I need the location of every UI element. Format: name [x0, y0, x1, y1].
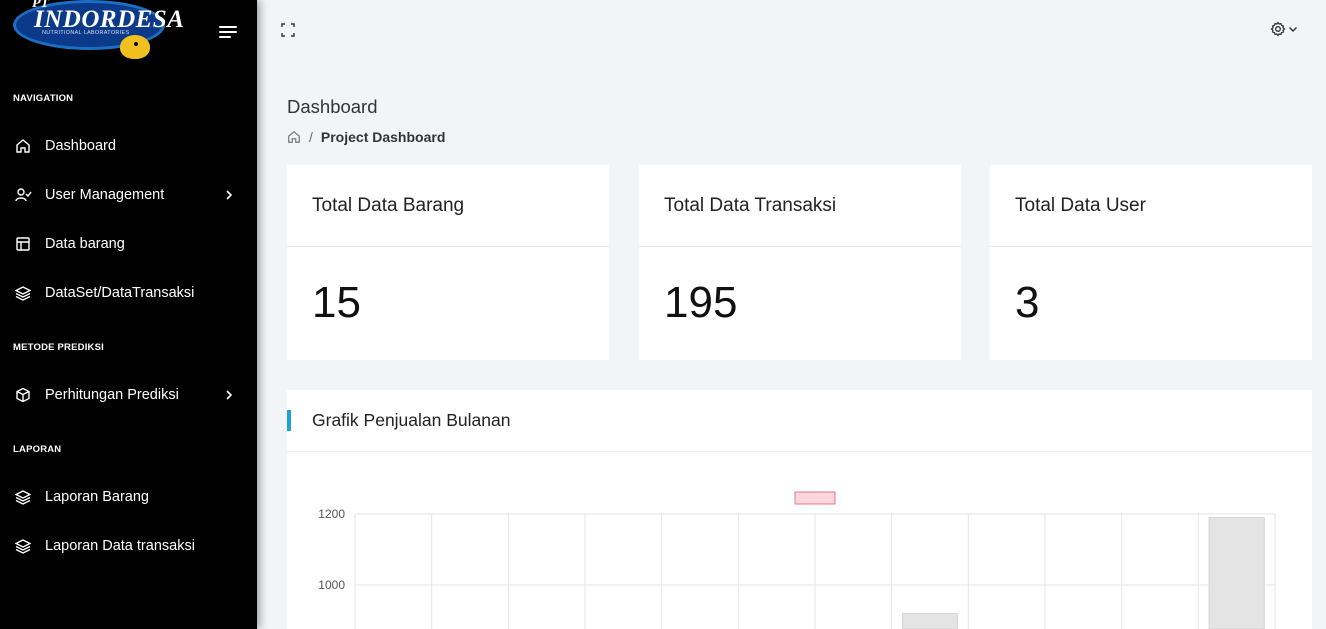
y-tick-label: 1000 [318, 578, 345, 592]
sidebar-item-label: DataSet/DataTransaksi [45, 285, 195, 301]
stat-card-value: 195 [664, 278, 738, 327]
logo-subtitle: NUTRITIONAL LABORATORIES [42, 30, 130, 36]
stat-card-transaksi: Total Data Transaksi 195 [639, 165, 961, 360]
logo-chick-icon [120, 35, 150, 59]
sidebar-item-perhitungan-prediksi[interactable]: Perhitungan Prediksi [0, 375, 257, 415]
layers-icon [14, 537, 32, 555]
home-icon [14, 137, 32, 155]
sidebar-item-label: Laporan Barang [45, 489, 149, 505]
page-title: Dashboard [287, 96, 378, 117]
sidebar-item-user-management[interactable]: User Management [0, 175, 257, 215]
layers-icon [14, 284, 32, 302]
layers-icon [14, 488, 32, 506]
nav-section-laporan: LAPORAN [13, 444, 62, 455]
sidebar-item-dashboard[interactable]: Dashboard [0, 126, 257, 166]
logo-chick-eye [134, 42, 138, 46]
chevron-right-icon [222, 388, 236, 402]
card-divider [639, 246, 961, 247]
y-tick-label: 1200 [318, 507, 345, 521]
breadcrumb: / Project Dashboard [287, 129, 445, 145]
card-divider [287, 246, 609, 247]
user-check-icon [14, 186, 32, 204]
layout-icon [14, 235, 32, 253]
stat-card-user: Total Data User 3 [990, 165, 1312, 360]
sidebar-item-laporan-barang[interactable]: Laporan Barang [0, 477, 257, 517]
breadcrumb-current: Project Dashboard [320, 129, 446, 145]
sidebar-item-label: Laporan Data transaksi [45, 538, 195, 554]
stat-card-title: Total Data User [1015, 195, 1146, 216]
sidebar-item-label: Perhitungan Prediksi [45, 387, 179, 403]
sidebar-item-label: User Management [45, 187, 165, 203]
fullscreen-icon[interactable] [281, 23, 297, 39]
card-divider [990, 246, 1312, 247]
sidebar-item-laporan-data-transaksi[interactable]: Laporan Data transaksi [0, 526, 257, 566]
box-icon [14, 386, 32, 404]
chart-bar [1208, 517, 1265, 629]
sidebar-item-dataset[interactable]: DataSet/DataTransaksi [0, 273, 257, 313]
stat-card-title: Total Data Barang [312, 195, 465, 216]
legend-swatch [794, 491, 836, 505]
sidebar-item-data-barang[interactable]: Data barang [0, 224, 257, 264]
chart-bar [901, 612, 959, 629]
stat-card-title: Total Data Transaksi [664, 195, 837, 216]
stat-card-barang: Total Data Barang 15 [287, 165, 609, 360]
settings-dropdown[interactable] [1270, 20, 1302, 42]
menu-toggle-icon[interactable] [219, 24, 239, 40]
home-icon[interactable] [287, 130, 301, 144]
nav-section-navigation: NAVIGATION [13, 93, 74, 104]
sales-chart-card: Grafik Penjualan Bulanan 1000 1200 [287, 390, 1312, 629]
chevron-down-icon [1287, 22, 1299, 40]
breadcrumb-separator: / [309, 129, 313, 145]
sidebar: PT INDORDESA NUTRITIONAL LABORATORIES NA… [0, 0, 257, 629]
sidebar-item-label: Data barang [45, 236, 125, 252]
brand-logo[interactable]: PT INDORDESA NUTRITIONAL LABORATORIES [10, 0, 184, 64]
stat-card-value: 15 [312, 278, 361, 327]
chevron-right-icon [222, 188, 236, 202]
monthly-sales-chart: 1000 1200 [318, 491, 1276, 629]
sidebar-item-label: Dashboard [45, 138, 116, 154]
gear-icon [1270, 20, 1286, 42]
stat-card-value: 3 [1015, 278, 1040, 327]
nav-section-metode-prediksi: METODE PREDIKSI [13, 342, 104, 353]
